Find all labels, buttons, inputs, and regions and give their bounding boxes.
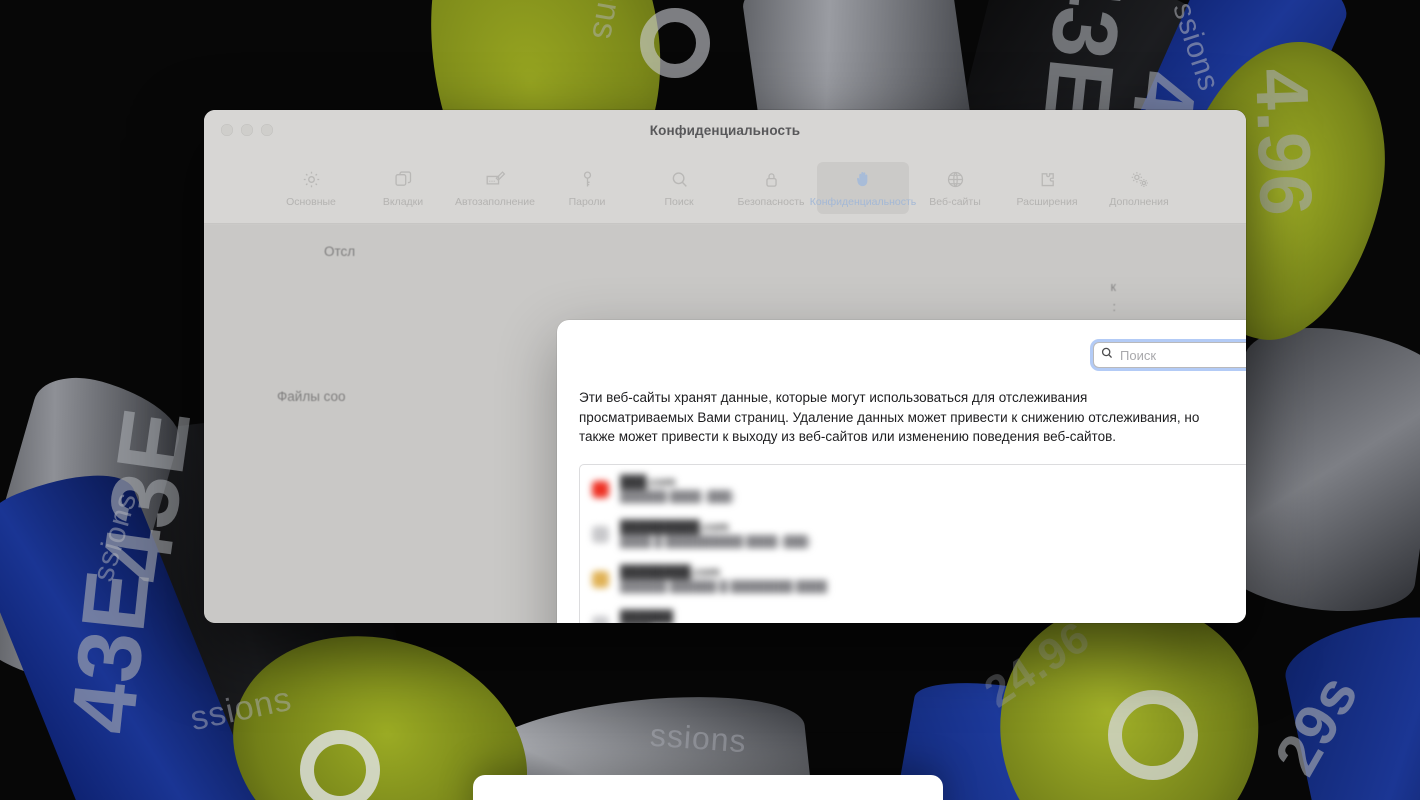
site-name: █████████.com [620, 520, 729, 535]
sheet-search-row [579, 342, 1246, 372]
site-name: ███.com [620, 475, 676, 490]
toolbar-item-tabs[interactable]: Вкладки [357, 162, 449, 214]
search-icon [1100, 346, 1114, 365]
advanced-gears-icon [1128, 166, 1151, 192]
list-item[interactable]: ███.com ██████ ████ (███) [580, 467, 1246, 512]
tabs-icon [393, 166, 414, 192]
search-field[interactable] [1093, 342, 1246, 368]
window-titlebar: Конфиденциальность [204, 110, 1246, 162]
toolbar-item-label: Безопасность [737, 196, 805, 208]
gear-icon [301, 166, 322, 192]
favicon [592, 615, 609, 623]
toolbar-item-advanced[interactable]: Дополнения [1093, 162, 1185, 214]
toolbar-item-privacy[interactable]: Конфиденциальность [810, 162, 916, 214]
globe-icon [945, 166, 966, 192]
pane-clipped-text: : [1112, 300, 1116, 314]
toolbar-item-label: Поиск [664, 196, 694, 208]
wallpaper-ring [300, 730, 380, 800]
favicon [592, 525, 609, 543]
hand-icon [853, 166, 874, 192]
autofill-card-icon [484, 166, 507, 192]
toolbar-item-label: Пароли [568, 196, 606, 208]
list-item-texts: ███.com ██████ ████ (███) [620, 475, 735, 503]
toolbar-item-search[interactable]: Поиск [633, 162, 725, 214]
list-item-texts: ██████ ████ [620, 610, 673, 623]
site-detail: ████ █ ██████████ ████ (███) [620, 536, 812, 549]
toolbar-item-label: Конфиденциальность [809, 196, 917, 208]
list-item[interactable]: ████████.com ██████ ██████ █ ████████ ██… [580, 557, 1246, 602]
toolbar-item-label: Веб-сайты [929, 196, 981, 208]
search-icon [669, 166, 690, 192]
pane-label-tracking: Отсл [324, 244, 356, 259]
wallpaper-ring [1108, 690, 1198, 780]
wallpaper-ring [640, 8, 710, 78]
toolbar-item-label: Основные [286, 196, 336, 208]
preferences-toolbar: Основные Вкладки Автозаполнение Пароли П… [204, 162, 1246, 224]
toolbar-item-passwords[interactable]: Пароли [541, 162, 633, 214]
list-item-texts: ████████.com ██████ ██████ █ ████████ ██… [620, 565, 827, 593]
site-detail: ██████ ██████ █ ████████ ████ [620, 581, 828, 594]
toolbar-item-label: Автозаполнение [455, 196, 535, 208]
toolbar-item-extensions[interactable]: Расширения [1001, 162, 1093, 214]
website-data-list-inner: ███.com ██████ ████ (███) █████████.com … [580, 465, 1246, 623]
site-name: ██████ [620, 610, 674, 623]
puzzle-icon [1037, 166, 1058, 192]
favicon [592, 480, 609, 498]
wallpaper-text: 43E [52, 565, 170, 738]
window-title: Конфиденциальность [649, 123, 801, 138]
safari-preferences-window: Конфиденциальность Основные Вкладки Авто… [204, 110, 1246, 623]
key-icon [577, 166, 598, 192]
toolbar-item-security[interactable]: Безопасность [725, 162, 817, 214]
list-item[interactable]: ██████ ████ [580, 602, 1246, 623]
sheet-description: Эти веб-сайты хранят данные, которые мог… [579, 390, 1200, 445]
wallpaper-text: ssions [648, 716, 748, 760]
toolbar-item-websites[interactable]: Веб-сайты [909, 162, 1001, 214]
list-item-texts: █████████.com ████ █ ██████████ ████ (██… [620, 520, 811, 548]
toolbar-item-general[interactable]: Основные [265, 162, 357, 214]
manage-website-data-sheet: Эти веб-сайты хранят данные, которые мог… [557, 320, 1246, 623]
desktop: 43E 43E 43E 43E ssions ssions ssions 29s… [0, 0, 1420, 800]
pane-label-cookies: Файлы соо [277, 389, 346, 404]
pane-clipped-text: к [1110, 280, 1116, 294]
toolbar-item-label: Расширения [1016, 196, 1078, 208]
wallpaper-text: 4.96 [1239, 67, 1329, 218]
toolbar-item-label: Дополнения [1109, 196, 1169, 208]
website-data-list[interactable]: ███.com ██████ ████ (███) █████████.com … [579, 463, 1246, 623]
site-name: ████████.com [620, 565, 721, 580]
background-window-peek [473, 775, 943, 800]
lock-icon [761, 166, 782, 192]
toolbar-item-autofill[interactable]: Автозаполнение [449, 162, 541, 214]
list-item[interactable]: █████████.com ████ █ ██████████ ████ (██… [580, 512, 1246, 557]
toolbar-item-label: Вкладки [382, 196, 424, 208]
site-detail: ██████ ████ (███) [620, 491, 735, 504]
favicon [592, 570, 609, 588]
search-input[interactable] [1120, 343, 1246, 367]
